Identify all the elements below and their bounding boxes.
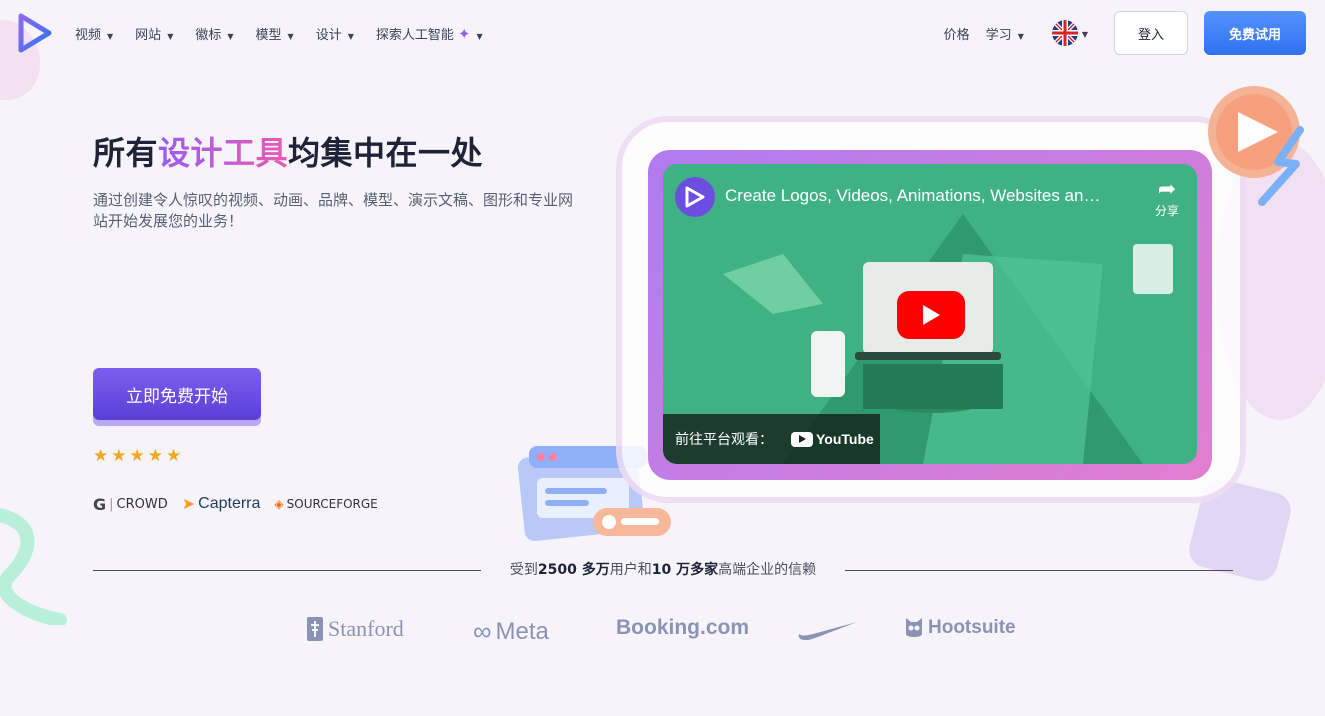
pricing-link[interactable]: 价格 — [944, 24, 970, 43]
trusted-text: 受到2500 多万用户和10 万多家高端企业的信赖 — [509, 562, 817, 578]
nike-logo — [797, 620, 859, 642]
nav-item-design[interactable]: 设计 ▼ — [316, 24, 354, 43]
owl-icon — [906, 618, 922, 637]
star-icon: ★ — [166, 446, 182, 466]
star-icon: ★ — [111, 446, 127, 466]
youtube-play-icon — [791, 431, 813, 447]
rating-stars: ★ ★ ★ ★ ★ — [93, 446, 181, 466]
sparkle-icon: ✦ — [457, 24, 471, 43]
star-icon: ★ — [93, 446, 109, 466]
brand-logo-icon[interactable] — [18, 13, 52, 53]
video-player[interactable]: Create Logos, Videos, Animations, Websit… — [663, 164, 1197, 464]
booking-logo: Booking.com — [616, 616, 750, 639]
nav-item-logos[interactable]: 徽标 ▼ — [195, 24, 233, 43]
star-icon: ★ — [129, 446, 145, 466]
review-sites: G | CROWD ➤ Capterra ◈ SOURCEFORGE — [93, 494, 378, 514]
sourceforge-icon: ◈ — [274, 497, 284, 511]
meta-logo: ∞ Meta — [473, 616, 549, 646]
play-icon — [923, 305, 940, 325]
uk-flag-icon[interactable] — [1051, 20, 1078, 46]
nav-item-videos[interactable]: 视频 ▼ — [75, 24, 113, 43]
top-nav: 视频 ▼ 网站 ▼ 徽标 ▼ 模型 ▼ 设计 ▼ 探索人工智能 ✦ ▼ 价格 学习 ▼ ▼ 登入… — [0, 0, 1325, 66]
share-button[interactable]: ➦ 分享 — [1155, 178, 1179, 219]
divider-right — [845, 570, 1233, 571]
free-trial-button[interactable]: 免费试用 — [1204, 11, 1306, 55]
play-badge-icon — [1208, 86, 1304, 206]
divider-left — [93, 570, 481, 571]
start-free-button[interactable]: 立即免费开始 — [93, 368, 261, 420]
chevron-down-icon: ▼ — [1017, 31, 1024, 41]
channel-avatar[interactable] — [675, 177, 715, 217]
hero-title: 所有设计工具均集中在一处 — [93, 134, 484, 172]
star-icon: ★ — [147, 446, 163, 466]
hero-subtitle: 通过创建令人惊叹的视频、动画、品牌、模型、演示文稿、图形和专业网站开始发展您的业… — [93, 191, 574, 230]
youtube-logo: YouTube — [791, 431, 874, 447]
stanford-tree-icon — [307, 617, 323, 641]
nike-swoosh-icon — [798, 622, 857, 641]
learn-menu[interactable]: 学习 ▼ — [986, 24, 1024, 43]
nav-menu: 视频 ▼ 网站 ▼ 徽标 ▼ 模型 ▼ 设计 ▼ 探索人工智能 ✦ ▼ — [75, 24, 505, 44]
nav-right: 价格 学习 ▼ ▼ 登入 免费试用 — [944, 11, 1306, 55]
meta-infinity-icon: ∞ — [473, 616, 492, 646]
sourceforge-logo[interactable]: ◈ SOURCEFORGE — [274, 497, 377, 511]
play-button[interactable] — [897, 291, 965, 339]
g2-icon: G — [93, 494, 107, 514]
login-button[interactable]: 登入 — [1114, 11, 1188, 55]
capterra-arrow-icon: ➤ — [181, 496, 196, 513]
video-title[interactable]: Create Logos, Videos, Animations, Websit… — [725, 186, 1100, 206]
chevron-down-icon[interactable]: ▼ — [1082, 30, 1088, 39]
chevron-down-icon: ▼ — [476, 32, 483, 41]
brand-logos: Stanford ∞ Meta Booking.com Hootsuite — [0, 612, 1325, 652]
nav-item-ai[interactable]: 探索人工智能 ✦ ▼ — [376, 24, 483, 44]
watch-on-youtube[interactable]: 前往平台观看： YouTube — [663, 414, 880, 464]
share-icon: ➦ — [1157, 177, 1177, 202]
play-logo-icon — [685, 186, 705, 208]
chevron-down-icon: ▼ — [227, 32, 234, 41]
capterra-logo[interactable]: ➤ Capterra — [182, 494, 261, 514]
decor-squiggle — [0, 508, 67, 625]
nav-item-mockups[interactable]: 模型 ▼ — [256, 24, 294, 43]
chevron-down-icon: ▼ — [347, 32, 354, 41]
chevron-down-icon: ▼ — [167, 32, 174, 41]
nav-item-websites[interactable]: 网站 ▼ — [135, 24, 173, 43]
stanford-logo: Stanford — [306, 616, 404, 642]
chevron-down-icon: ▼ — [287, 32, 294, 41]
hootsuite-logo: Hootsuite — [904, 616, 1016, 640]
g2-crowd-logo[interactable]: G | CROWD — [93, 495, 168, 514]
chevron-down-icon: ▼ — [107, 32, 114, 41]
